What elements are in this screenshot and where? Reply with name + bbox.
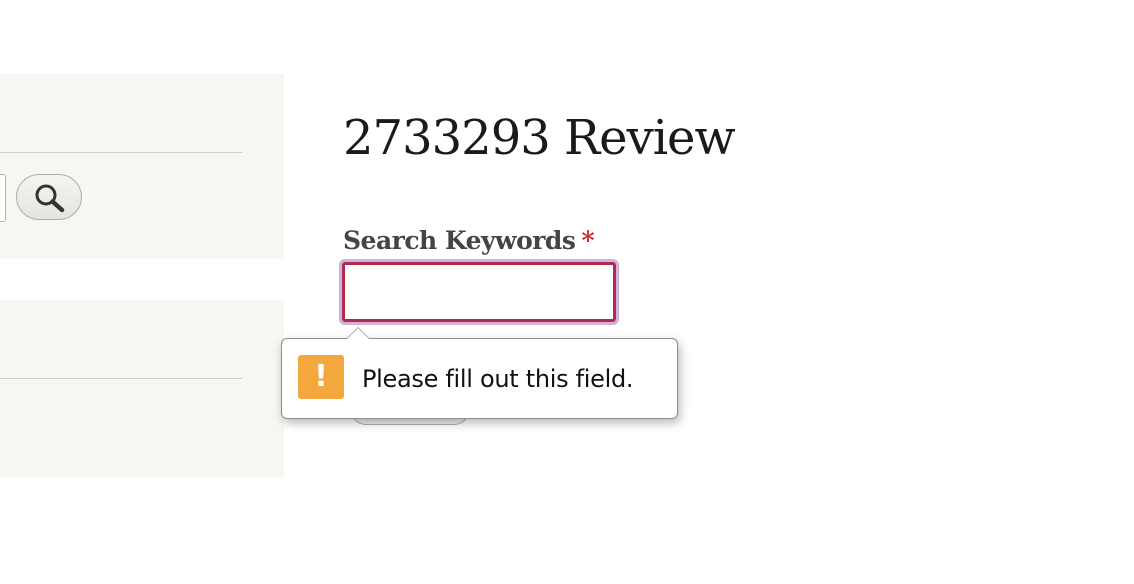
search-keywords-label-text: Search Keywords [343, 226, 576, 255]
required-marker: * [581, 226, 595, 255]
sidebar-block-secondary [0, 300, 284, 477]
magnifier-search-icon [35, 184, 65, 213]
sidebar-search-button[interactable] [16, 174, 82, 220]
sidebar-divider [0, 152, 242, 153]
page-title: 2733293 Review [343, 110, 736, 166]
sidebar-search-input[interactable] [0, 174, 6, 222]
validation-tooltip: ! Please fill out this field. [281, 327, 678, 419]
tooltip-arrow [346, 327, 370, 339]
search-keywords-input[interactable] [339, 259, 619, 325]
search-keywords-label: Search Keywords * [343, 225, 595, 257]
validation-message: Please fill out this field. [362, 365, 634, 393]
exclamation-warning-icon: ! [298, 355, 344, 399]
sidebar-divider [0, 378, 242, 379]
sidebar-search-block [0, 74, 284, 259]
